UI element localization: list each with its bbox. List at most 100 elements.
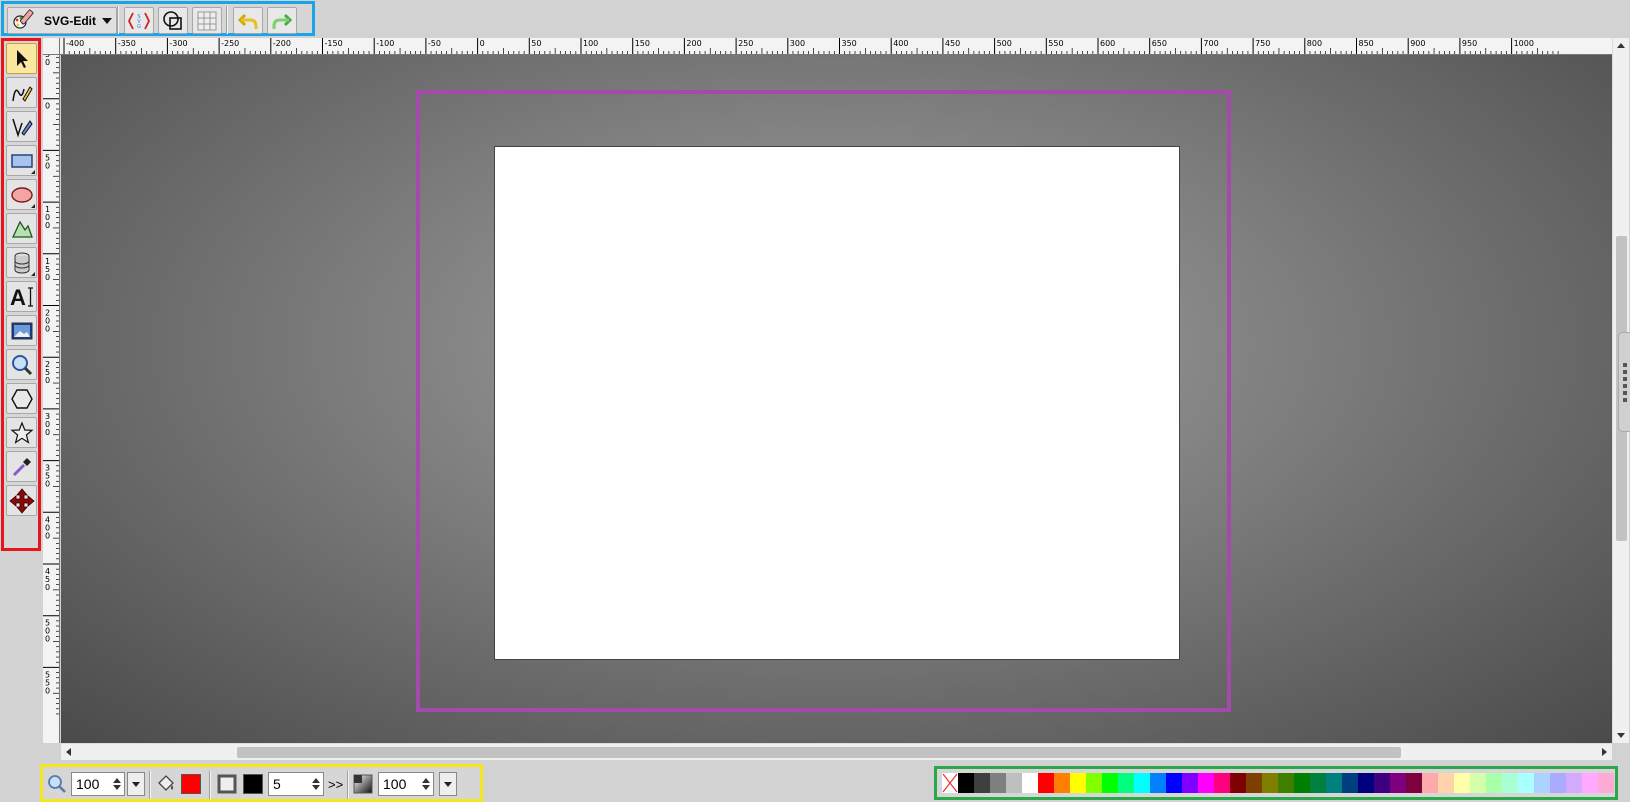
palette-swatch[interactable] xyxy=(1070,773,1086,793)
palette-swatch[interactable] xyxy=(1582,773,1598,793)
spinner-arrows-icon[interactable] xyxy=(112,775,122,793)
palette-swatch[interactable] xyxy=(1310,773,1326,793)
palette-swatch[interactable] xyxy=(1422,773,1438,793)
palette-swatch[interactable] xyxy=(1598,773,1614,793)
select-tool[interactable] xyxy=(6,43,37,74)
bottom-toolbar: 100 5 >> 100 xyxy=(0,760,1630,802)
palette-swatch[interactable] xyxy=(1166,773,1182,793)
flyout-indicator xyxy=(31,272,35,276)
ruler-label: 550 xyxy=(45,670,50,695)
polygon-path-tool[interactable] xyxy=(6,213,37,244)
path-tool[interactable] xyxy=(6,111,37,142)
star-tool[interactable] xyxy=(6,417,37,448)
zoom-tool[interactable] xyxy=(6,349,37,380)
opacity-dropdown-button[interactable] xyxy=(439,772,457,796)
palette-swatch[interactable] xyxy=(1438,773,1454,793)
palette-swatch[interactable] xyxy=(958,773,974,793)
ruler-label: 450 xyxy=(45,567,50,592)
palette-swatch[interactable] xyxy=(1214,773,1230,793)
palette-swatch[interactable] xyxy=(1566,773,1582,793)
ruler-label: 550 xyxy=(1048,39,1063,48)
horizontal-scroll-thumb[interactable] xyxy=(237,747,1401,758)
hexagon-tool[interactable] xyxy=(6,383,37,414)
ruler-label: 50 xyxy=(45,55,50,67)
ruler-label: 900 xyxy=(1410,39,1425,48)
palette-swatch[interactable] xyxy=(1006,773,1022,793)
palette-swatch[interactable] xyxy=(1038,773,1054,793)
ellipse-tool[interactable] xyxy=(6,179,37,210)
shapelib-tool[interactable] xyxy=(6,247,37,278)
top-toolbar: SVG-Edit S V G xyxy=(0,0,1630,38)
pan-tool[interactable] xyxy=(6,485,37,516)
palette-swatch[interactable] xyxy=(1454,773,1470,793)
freehand-tool[interactable] xyxy=(6,77,37,108)
palette-swatch[interactable] xyxy=(1390,773,1406,793)
stroke-more-button[interactable]: >> xyxy=(328,777,343,792)
ruler-label: -150 xyxy=(325,39,343,48)
palette-swatch[interactable] xyxy=(1150,773,1166,793)
eyedropper-tool[interactable] xyxy=(6,451,37,482)
palette-swatch[interactable] xyxy=(1262,773,1278,793)
palette-swatch[interactable] xyxy=(1246,773,1262,793)
scroll-left-icon[interactable] xyxy=(66,748,71,756)
ruler-label: 200 xyxy=(686,39,701,48)
horizontal-scrollbar[interactable] xyxy=(61,743,1612,760)
palette-swatch[interactable] xyxy=(1182,773,1198,793)
app-menu-button[interactable]: SVG-Edit xyxy=(7,7,117,34)
layers-panel-handle[interactable] xyxy=(1618,332,1630,432)
scroll-down-icon[interactable] xyxy=(1617,733,1625,738)
spinner-arrows-icon[interactable] xyxy=(311,775,321,793)
ruler-label: 0 xyxy=(45,102,50,111)
redo-button[interactable] xyxy=(267,7,297,34)
palette-swatch[interactable] xyxy=(1518,773,1534,793)
edit-source-button[interactable]: S V G xyxy=(124,7,154,34)
image-tool[interactable] xyxy=(6,315,37,346)
opacity-input[interactable]: 100 xyxy=(378,772,434,796)
palette-swatch[interactable] xyxy=(1294,773,1310,793)
palette-swatch[interactable] xyxy=(1470,773,1486,793)
stroke-icon xyxy=(217,774,237,797)
palette-swatch[interactable] xyxy=(974,773,990,793)
ruler-label: 600 xyxy=(1100,39,1115,48)
scroll-right-icon[interactable] xyxy=(1602,748,1607,756)
toolbar-separator xyxy=(149,771,151,799)
palette-swatch[interactable] xyxy=(1198,773,1214,793)
canvas-workarea[interactable] xyxy=(61,55,1612,743)
palette-swatch[interactable] xyxy=(1022,773,1038,793)
palette-swatch[interactable] xyxy=(1406,773,1422,793)
ruler-label: 800 xyxy=(1307,39,1322,48)
palette-swatch[interactable] xyxy=(1134,773,1150,793)
zoom-input[interactable]: 100 xyxy=(71,772,125,796)
stroke-width-input[interactable]: 5 xyxy=(268,772,324,796)
palette-swatch[interactable] xyxy=(1086,773,1102,793)
palette-swatch[interactable] xyxy=(1102,773,1118,793)
spinner-arrows-icon[interactable] xyxy=(421,775,431,793)
palette-swatch[interactable] xyxy=(1486,773,1502,793)
palette-swatch[interactable] xyxy=(1278,773,1294,793)
palette-swatch[interactable] xyxy=(1374,773,1390,793)
palette-swatch[interactable] xyxy=(1054,773,1070,793)
palette-swatch-none[interactable] xyxy=(942,773,958,793)
palette-swatch[interactable] xyxy=(1118,773,1134,793)
stroke-color-swatch[interactable] xyxy=(243,774,263,794)
chevron-down-icon xyxy=(132,781,140,787)
palette-swatch[interactable] xyxy=(1502,773,1518,793)
palette-swatch[interactable] xyxy=(1342,773,1358,793)
palette-swatch[interactable] xyxy=(1230,773,1246,793)
undo-button[interactable] xyxy=(233,7,263,34)
palette-swatch[interactable] xyxy=(1534,773,1550,793)
scroll-up-icon[interactable] xyxy=(1617,43,1625,48)
palette-swatch[interactable] xyxy=(1326,773,1342,793)
text-tool[interactable]: A xyxy=(6,281,37,312)
svg-canvas[interactable] xyxy=(494,146,1180,660)
app-logo-icon xyxy=(10,7,40,34)
palette-swatch[interactable] xyxy=(1550,773,1566,793)
grid-button[interactable] xyxy=(192,7,222,34)
rect-tool[interactable] xyxy=(6,145,37,176)
stroke-width-value: 5 xyxy=(273,776,281,792)
palette-swatch[interactable] xyxy=(1358,773,1374,793)
palette-swatch[interactable] xyxy=(990,773,1006,793)
zoom-dropdown-button[interactable] xyxy=(127,772,145,796)
fill-color-swatch[interactable] xyxy=(181,774,201,794)
wireframe-button[interactable] xyxy=(158,7,188,34)
